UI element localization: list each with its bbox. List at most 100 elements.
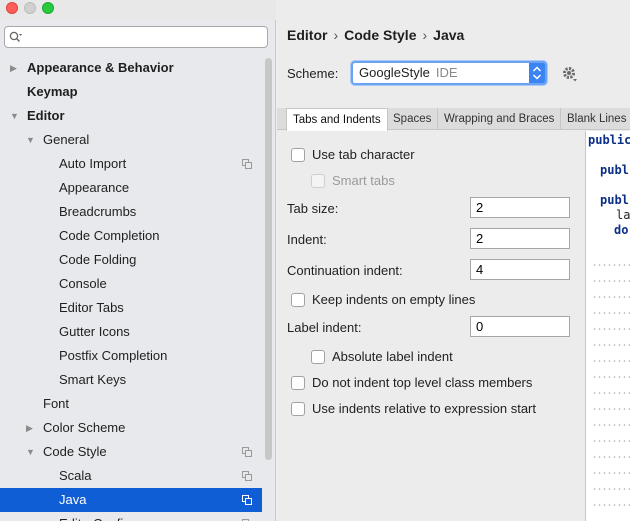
scheme-label: Scheme: bbox=[287, 66, 339, 81]
absolute-label-indent-checkbox[interactable] bbox=[311, 350, 325, 364]
indent-label: Indent: bbox=[287, 232, 327, 247]
smart-tabs-label: Smart tabs bbox=[332, 173, 395, 188]
tree-item-smart-keys[interactable]: Smart Keys bbox=[0, 368, 262, 392]
breadcrumb-separator: › bbox=[333, 27, 339, 43]
code-preview[interactable]: public publ publ la do bbox=[585, 131, 630, 521]
continuation-indent-field[interactable] bbox=[470, 259, 570, 280]
tree-item-breadcrumbs[interactable]: Breadcrumbs bbox=[0, 200, 262, 224]
project-scope-icon bbox=[242, 447, 252, 457]
tree-item-code-style[interactable]: ▼ Code Style bbox=[0, 440, 262, 464]
label-indent-field[interactable] bbox=[470, 316, 570, 337]
settings-main-pane: Editor › Code Style › Java Scheme: GoogleSty… bbox=[277, 0, 630, 521]
scheme-scope: IDE bbox=[435, 65, 458, 80]
tree-item-label: General bbox=[43, 132, 90, 147]
indent-field[interactable] bbox=[470, 228, 570, 249]
tabs-indents-form: Use tab character Smart tabs Tab size: I… bbox=[277, 131, 583, 521]
use-tab-character-checkbox[interactable] bbox=[291, 148, 305, 162]
breadcrumb: Editor › Code Style › Java bbox=[287, 27, 464, 43]
preview-line: do bbox=[614, 223, 629, 237]
search-box[interactable] bbox=[4, 26, 268, 48]
indents-relative-label: Use indents relative to expression start bbox=[312, 401, 536, 416]
keep-indents-checkbox[interactable] bbox=[291, 293, 305, 307]
keep-indents-label: Keep indents on empty lines bbox=[312, 292, 476, 307]
tree-item-label: Code Style bbox=[43, 444, 107, 459]
breadcrumb-item[interactable]: Code Style bbox=[344, 27, 416, 43]
chevron-right-icon[interactable]: ▶ bbox=[26, 416, 36, 440]
window-titlebar bbox=[0, 0, 276, 20]
search-input[interactable] bbox=[27, 29, 263, 45]
project-scope-icon bbox=[242, 471, 252, 481]
tab-blank-lines[interactable]: Blank Lines bbox=[561, 108, 630, 130]
tab-tabs-and-indents[interactable]: Tabs and Indents bbox=[286, 108, 388, 131]
tree-item-label: Code Folding bbox=[59, 252, 137, 267]
sidebar-scrollbar[interactable] bbox=[265, 58, 272, 460]
tab-spaces[interactable]: Spaces bbox=[387, 108, 439, 130]
breadcrumb-separator: › bbox=[422, 27, 428, 43]
tree-item-appearance[interactable]: Appearance bbox=[0, 176, 262, 200]
tree-item-code-folding[interactable]: Code Folding bbox=[0, 248, 262, 272]
settings-tabs: Tabs and Indents Spaces Wrapping and Bra… bbox=[277, 108, 630, 131]
breadcrumb-item: Java bbox=[433, 27, 465, 43]
tree-item-editor-config[interactable]: EditorConfig bbox=[0, 512, 262, 521]
tree-item-postfix-completion[interactable]: Postfix Completion bbox=[0, 344, 262, 368]
breadcrumb-item[interactable]: Editor bbox=[287, 27, 327, 43]
tree-item-auto-import[interactable]: Auto Import bbox=[0, 152, 262, 176]
tree-item-label: Editor Tabs bbox=[59, 300, 124, 315]
tab-wrapping-and-braces[interactable]: Wrapping and Braces bbox=[438, 108, 562, 130]
tree-item-label: Color Scheme bbox=[43, 420, 126, 435]
tree-item-label: Keymap bbox=[27, 84, 78, 99]
no-indent-top-level-checkbox[interactable] bbox=[291, 376, 305, 390]
continuation-indent-label: Continuation indent: bbox=[287, 263, 403, 278]
tree-item-color-scheme[interactable]: ▶ Color Scheme bbox=[0, 416, 262, 440]
tree-item-font[interactable]: Font bbox=[0, 392, 262, 416]
tree-item-label: Console bbox=[59, 276, 107, 291]
tree-item-label: Breadcrumbs bbox=[59, 204, 137, 219]
tree-item-editor-tabs[interactable]: Editor Tabs bbox=[0, 296, 262, 320]
indents-relative-checkbox[interactable] bbox=[291, 402, 305, 416]
tree-item-editor[interactable]: ▼ Editor bbox=[0, 104, 262, 128]
minimize-window-button[interactable] bbox=[24, 2, 36, 14]
chevron-right-icon[interactable]: ▶ bbox=[10, 56, 20, 80]
dropdown-stepper-icon[interactable] bbox=[529, 63, 545, 83]
tree-item-label: Scala bbox=[59, 468, 92, 483]
tree-item-label: Gutter Icons bbox=[59, 324, 130, 339]
gear-icon[interactable] bbox=[561, 65, 579, 83]
label-indent-label: Label indent: bbox=[287, 320, 362, 335]
absolute-label-indent-label: Absolute label indent bbox=[332, 349, 453, 364]
scheme-dropdown[interactable]: GoogleStyle IDE bbox=[351, 61, 547, 85]
tree-item-keymap[interactable]: Keymap bbox=[0, 80, 262, 104]
tree-item-console[interactable]: Console bbox=[0, 272, 262, 296]
chevron-down-icon[interactable]: ▼ bbox=[26, 128, 36, 152]
tree-item-label: Auto Import bbox=[59, 156, 127, 171]
project-scope-icon bbox=[242, 495, 252, 505]
chevron-down-icon[interactable]: ▼ bbox=[26, 440, 36, 464]
tree-item-label: Appearance bbox=[59, 180, 130, 195]
chevron-down-icon[interactable]: ▼ bbox=[10, 104, 20, 128]
tab-size-field[interactable] bbox=[470, 197, 570, 218]
tree-item-code-completion[interactable]: Code Completion bbox=[0, 224, 262, 248]
tree-item-scala[interactable]: Scala bbox=[0, 464, 262, 488]
tree-item-label: Postfix Completion bbox=[59, 348, 168, 363]
settings-tree: ▶ Appearance & Behavior Keymap ▼ Editor … bbox=[0, 56, 262, 521]
tree-item-java[interactable]: Java bbox=[0, 488, 262, 512]
preview-line: publ bbox=[600, 193, 629, 207]
tree-item-label: Smart Keys bbox=[59, 372, 127, 387]
tree-item-general[interactable]: ▼ General bbox=[0, 128, 262, 152]
tree-item-label: Java bbox=[59, 492, 87, 507]
tree-item-label: Appearance & Behavior bbox=[27, 60, 174, 75]
tree-item-appearance-behavior[interactable]: ▶ Appearance & Behavior bbox=[0, 56, 262, 80]
whitespace-dots bbox=[592, 257, 630, 517]
use-tab-character-label: Use tab character bbox=[312, 147, 415, 162]
tree-item-gutter-icons[interactable]: Gutter Icons bbox=[0, 320, 262, 344]
tree-item-label: EditorConfig bbox=[59, 512, 131, 521]
scheme-value: GoogleStyle IDE bbox=[359, 65, 458, 80]
smart-tabs-checkbox bbox=[311, 174, 325, 188]
search-icon bbox=[9, 31, 22, 42]
close-window-button[interactable] bbox=[6, 2, 18, 14]
preview-line: publ bbox=[600, 163, 629, 177]
tab-size-label: Tab size: bbox=[287, 201, 339, 216]
settings-sidebar: ▶ Appearance & Behavior Keymap ▼ Editor … bbox=[0, 20, 276, 521]
scheme-name: GoogleStyle bbox=[359, 65, 430, 80]
zoom-window-button[interactable] bbox=[42, 2, 54, 14]
no-indent-top-level-label: Do not indent top level class members bbox=[312, 375, 533, 390]
